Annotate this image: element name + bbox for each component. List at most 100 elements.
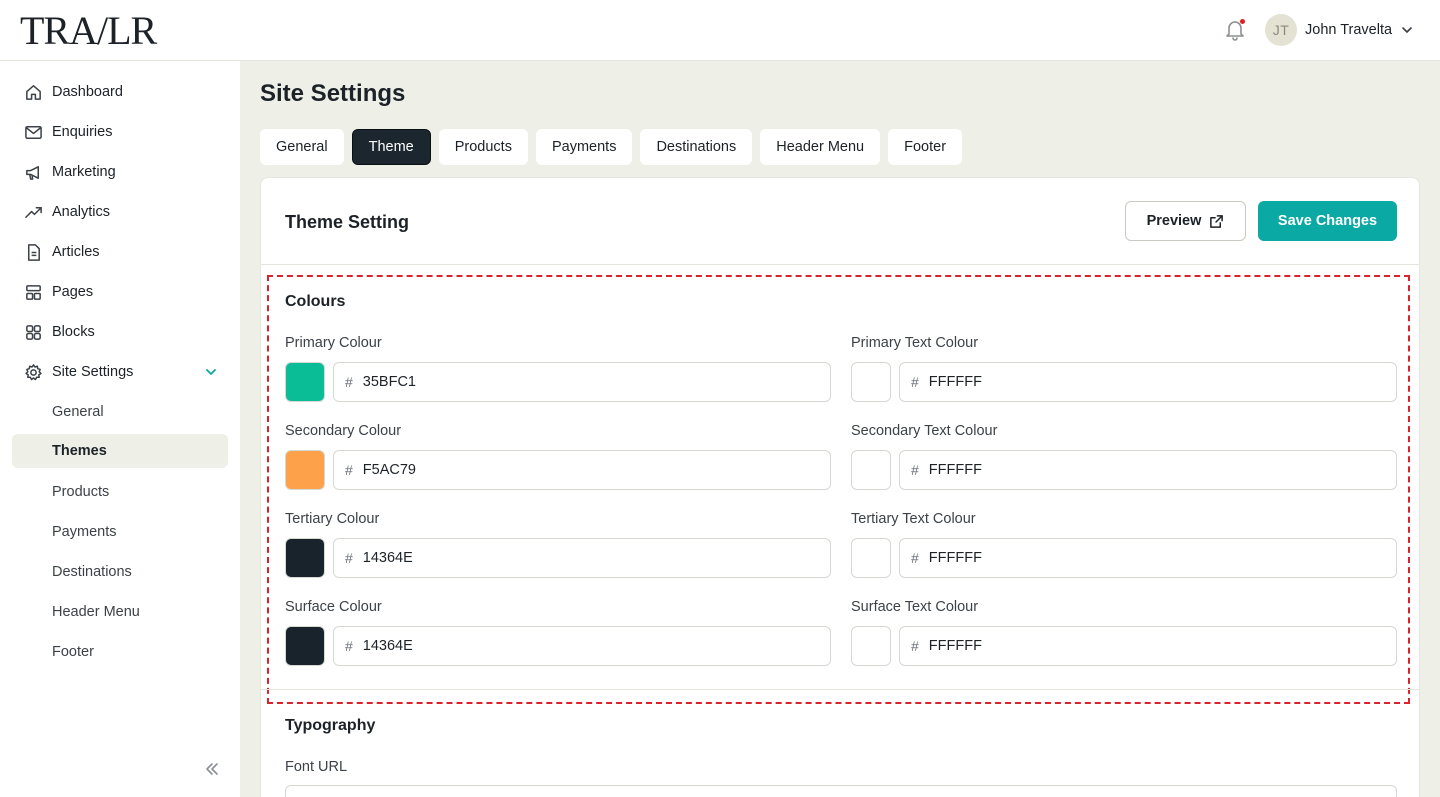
sidebar: Dashboard Enquiries Marketing Analytics … [0,61,240,797]
primary-text-colour-swatch[interactable] [851,362,891,402]
tab-footer[interactable]: Footer [888,129,963,165]
sidebar-item-pages[interactable]: Pages [12,275,228,309]
pages-icon [26,285,41,300]
sidebar-subitem-label: Themes [52,443,107,459]
surface-text-colour-input[interactable]: # FFFFFF [899,626,1397,666]
user-menu[interactable]: JT John Travelta [1265,14,1414,46]
theme-settings-card: Theme Setting Preview Save Changes Colou… [260,177,1420,797]
sidebar-item-analytics[interactable]: Analytics [12,195,228,229]
tab-products[interactable]: Products [438,129,528,165]
sidebar-item-blocks[interactable]: Blocks [12,315,228,349]
avatar: JT [1265,14,1297,46]
tab-theme[interactable]: Theme [351,129,431,165]
sidebar-subitem-label: Header Menu [52,604,140,620]
top-bar: TRA/LR JT John Travelta [0,0,1440,61]
tertiary-text-colour-swatch[interactable] [851,538,891,578]
notification-bell-icon[interactable] [1224,18,1246,42]
hash-prefix: # [911,550,919,566]
secondary-text-colour-label: Secondary Text Colour [851,423,998,439]
sidebar-subitem-general[interactable]: General [12,395,228,429]
sidebar-item-marketing[interactable]: Marketing [12,155,228,189]
sidebar-subitem-destinations[interactable]: Destinations [12,555,228,589]
tertiary-colour-swatch[interactable] [285,538,325,578]
secondary-text-colour-swatch[interactable] [851,450,891,490]
sidebar-item-label: Analytics [52,204,111,220]
sidebar-subitem-label: Destinations [52,564,132,580]
primary-text-colour-value: FFFFFF [928,374,982,390]
tertiary-colour-label: Tertiary Colour [285,511,380,527]
sidebar-subitem-products[interactable]: Products [12,475,228,509]
surface-colour-value: 14364E [362,638,413,654]
tab-payments[interactable]: Payments [535,129,633,165]
section-divider [261,689,1419,690]
surface-text-colour-value: FFFFFF [928,638,982,654]
sidebar-item-articles[interactable]: Articles [12,235,228,269]
primary-colour-swatch[interactable] [285,362,325,402]
external-link-icon [1210,214,1224,228]
surface-text-colour-swatch[interactable] [851,626,891,666]
primary-colour-label: Primary Colour [285,335,382,351]
sidebar-subitem-label: Products [52,484,110,500]
chevron-down-icon [206,369,216,375]
font-url-label: Font URL [285,759,348,775]
hash-prefix: # [911,462,919,478]
hash-prefix: # [911,374,919,390]
hash-prefix: # [345,462,353,478]
secondary-colour-label: Secondary Colour [285,423,402,439]
preview-button[interactable]: Preview [1125,201,1246,241]
sidebar-item-label: Site Settings [52,364,134,380]
sidebar-subitem-payments[interactable]: Payments [12,515,228,549]
gear-icon [25,364,42,381]
sidebar-item-label: Blocks [52,324,95,340]
trending-up-icon [25,206,42,219]
home-icon [26,85,41,100]
surface-colour-label: Surface Colour [285,599,382,615]
surface-colour-input[interactable]: # 14364E [333,626,831,666]
primary-colour-input[interactable]: # 35BFC1 [333,362,831,402]
secondary-colour-input[interactable]: # F5AC79 [333,450,831,490]
surface-text-colour-label: Surface Text Colour [851,599,979,615]
tab-general[interactable]: General [260,129,344,165]
tertiary-colour-input[interactable]: # 14364E [333,538,831,578]
sidebar-subitem-label: Footer [52,644,94,660]
hash-prefix: # [345,638,353,654]
primary-text-colour-input[interactable]: # FFFFFF [899,362,1397,402]
blocks-icon [26,325,41,340]
megaphone-icon [26,166,40,180]
page-title: Site Settings [260,80,406,107]
sidebar-item-site-settings[interactable]: Site Settings [12,355,228,389]
hash-prefix: # [345,550,353,566]
font-url-input[interactable] [285,785,1397,797]
surface-colour-swatch[interactable] [285,626,325,666]
sidebar-item-enquiries[interactable]: Enquiries [12,115,228,149]
hash-prefix: # [345,374,353,390]
hash-prefix: # [911,638,919,654]
user-name: John Travelta [1305,22,1393,38]
secondary-colour-swatch[interactable] [285,450,325,490]
settings-tabs: General Theme Products Payments Destinat… [260,129,970,165]
tab-destinations[interactable]: Destinations [640,129,753,165]
save-changes-button[interactable]: Save Changes [1258,201,1397,241]
sidebar-subitem-themes[interactable]: Themes [12,434,228,468]
notification-dot [1240,19,1245,24]
tab-header-menu[interactable]: Header Menu [760,129,881,165]
sidebar-subitem-label: General [52,404,104,420]
primary-text-colour-label: Primary Text Colour [851,335,979,351]
sidebar-item-label: Dashboard [52,84,123,100]
sidebar-subitem-footer[interactable]: Footer [12,635,228,669]
sidebar-item-label: Marketing [52,164,116,180]
typography-section-title: Typography [285,717,376,734]
card-title: Theme Setting [285,212,410,232]
preview-label: Preview [1146,213,1202,229]
tertiary-text-colour-input[interactable]: # FFFFFF [899,538,1397,578]
sidebar-item-label: Enquiries [52,124,113,140]
sidebar-subitem-header-menu[interactable]: Header Menu [12,595,228,629]
collapse-sidebar-icon[interactable] [202,759,222,779]
secondary-text-colour-input[interactable]: # FFFFFF [899,450,1397,490]
sidebar-item-dashboard[interactable]: Dashboard [12,75,228,109]
card-header: Theme Setting Preview Save Changes [261,178,1419,265]
secondary-text-colour-value: FFFFFF [928,462,982,478]
logo[interactable]: TRA/LR [20,8,157,53]
primary-colour-value: 35BFC1 [362,374,416,390]
sidebar-subitem-label: Payments [52,524,117,540]
